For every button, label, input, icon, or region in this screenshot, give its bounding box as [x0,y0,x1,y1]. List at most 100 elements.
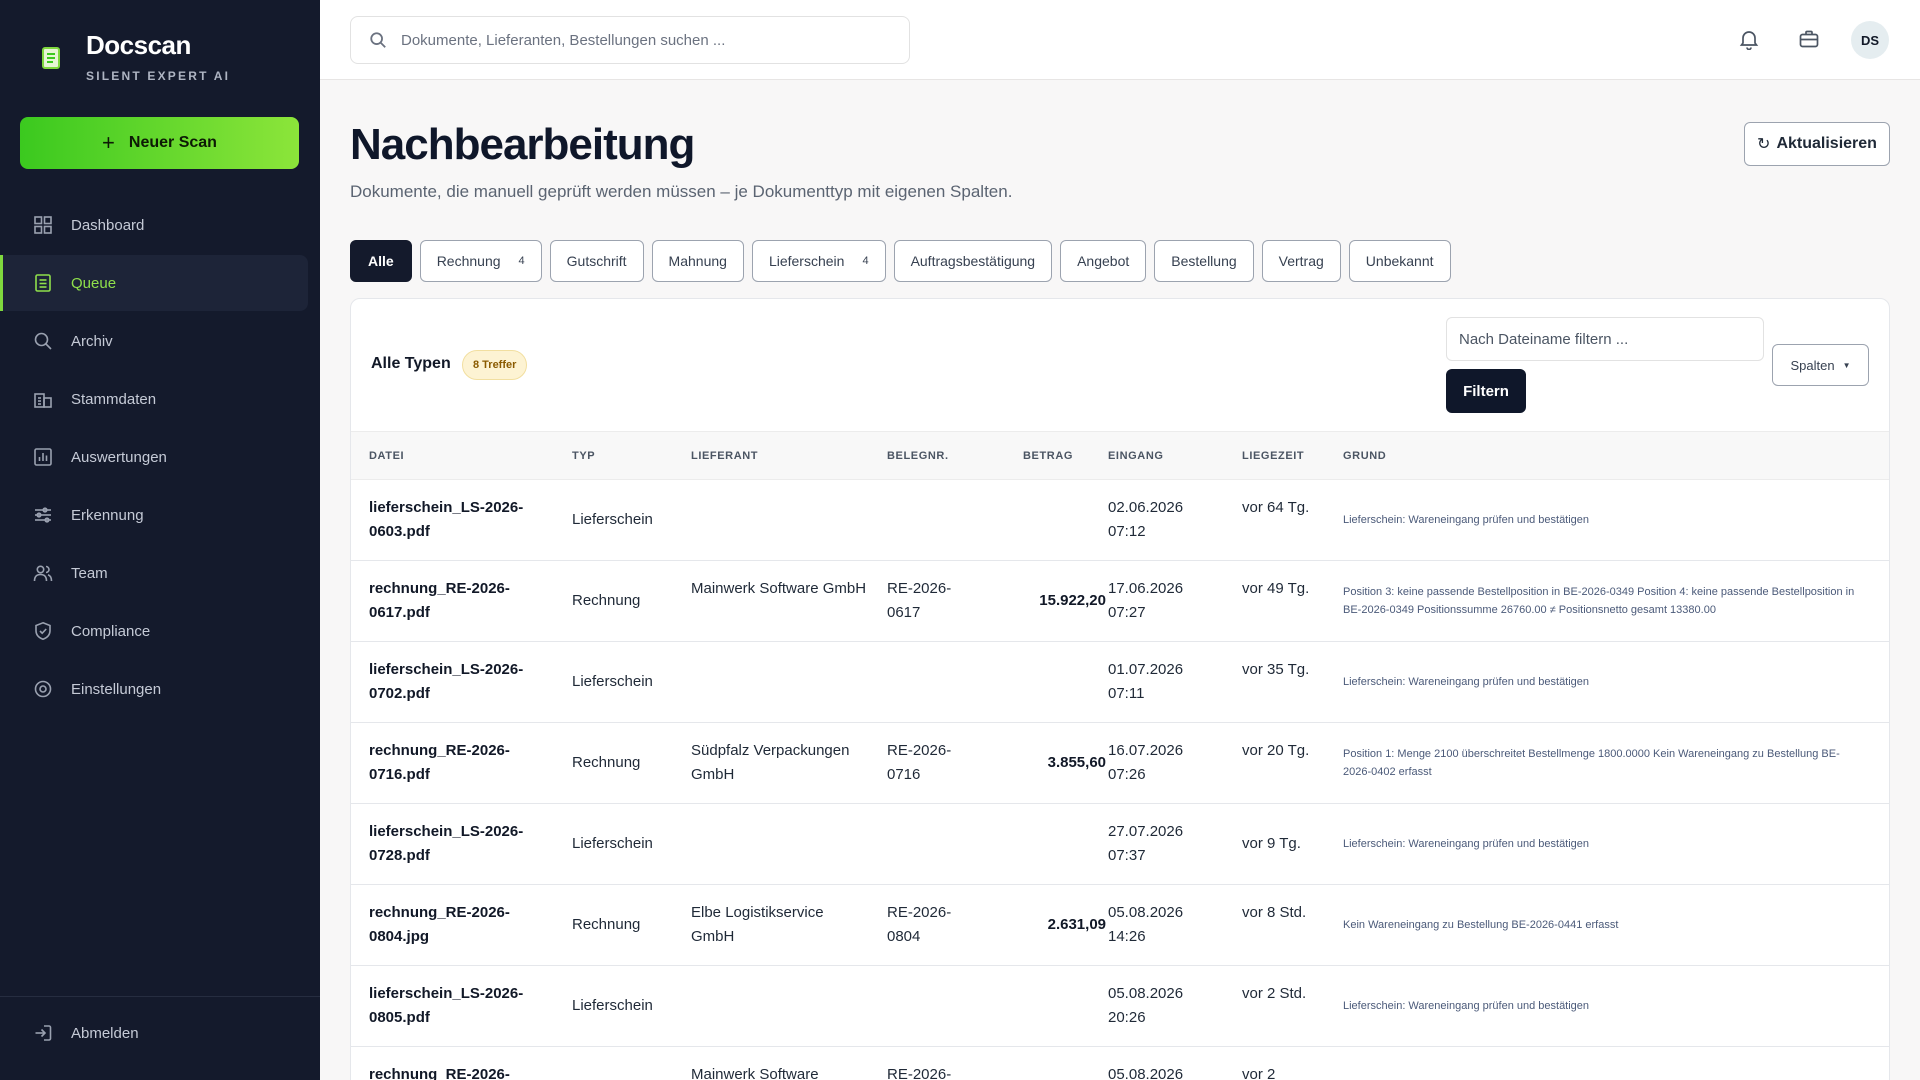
refresh-button[interactable]: ↻ Aktualisieren [1744,122,1890,166]
sidebar-item-label: Stammdaten [71,390,157,408]
sidebar-item-label: Dashboard [71,216,145,234]
cell-age: vor 35 Tg. [1242,661,1310,678]
tab-angebot[interactable]: Angebot [1060,240,1147,282]
briefcase-icon [1799,30,1819,48]
tab-mahnung[interactable]: Mahnung [651,240,744,282]
table-header: DATEI TYP LIEFERANT BELEGNR. BETRAG EING… [351,431,1889,480]
sidebar-item-label: Team [71,564,108,582]
cell-file[interactable]: rechnung_RE-2026-0617.pdf [369,577,539,625]
sidebar-item-dashboard[interactable]: Dashboard [0,197,308,253]
sidebar-item-archiv[interactable]: Archiv [0,313,308,369]
table-row[interactable]: rechnung_RE-2026-0716.pdf Rechnung Südpf… [351,723,1889,804]
cell-supplier: Elbe Logistikservice GmbH [691,904,824,945]
columns-dropdown[interactable]: Spalten ▼ [1772,344,1869,386]
sidebar-item-compliance[interactable]: Compliance [0,603,308,659]
cell-reason: Kein Wareneingang zu Bestellung BE-2026-… [1343,919,1619,931]
tab-unbekannt[interactable]: Unbekannt [1348,240,1451,282]
table-row[interactable]: rechnung_RE-2026-0804.jpg Rechnung Elbe … [351,885,1889,966]
tab-label: Vertrag [1278,253,1324,269]
cell-file[interactable]: lieferschein_LS-2026-0702.pdf [369,658,539,706]
filename-filter-input[interactable] [1446,317,1764,361]
col-header-liegezeit[interactable]: LIEGEZEIT [1242,450,1304,462]
tab-vertrag[interactable]: Vertrag [1261,240,1341,282]
columns-label: Spalten [1790,357,1835,373]
table-row[interactable]: lieferschein_LS-2026-0702.pdf Liefersche… [351,642,1889,723]
cell-type: Lieferschein [572,511,653,528]
cell-received: 05.08.2026 20:26 [1108,985,1184,1026]
tab-label: Gutschrift [566,253,627,269]
cell-received: 01.07.2026 07:11 [1108,661,1184,702]
table-row[interactable]: lieferschein_LS-2026-0603.pdf Liefersche… [351,480,1889,561]
shield-icon [35,621,51,641]
cell-type: Lieferschein [572,835,653,852]
col-header-typ[interactable]: TYP [572,450,595,462]
tab-lieferschein[interactable]: Lieferschein 4 [751,240,886,282]
cell-age: vor 8 Std. [1242,904,1307,921]
sidebar-item-queue[interactable]: Queue [0,255,308,311]
notifications-button[interactable] [1738,28,1760,51]
col-header-belegnr[interactable]: BELEGNR. [887,450,949,462]
col-header-eingang[interactable]: EINGANG [1108,450,1164,462]
briefcase-button[interactable] [1798,28,1820,50]
hits-badge: 8 Treffer [462,350,528,380]
col-header-lieferant[interactable]: LIEFERANT [691,450,758,462]
avatar[interactable]: DS [1851,21,1889,59]
cell-received: 17.06.2026 07:27 [1108,580,1184,621]
caret-down-icon: ▼ [1842,360,1851,370]
cell-file[interactable]: lieferschein_LS-2026-0603.pdf [369,496,539,544]
table-row[interactable]: lieferschein_LS-2026-0805.pdf Liefersche… [351,966,1889,1047]
sidebar-item-label: Queue [71,274,117,292]
sidebar-item-stammdaten[interactable]: Stammdaten [0,371,308,427]
tab-auftragsbestaetigung[interactable]: Auftragsbestätigung [893,240,1053,282]
brand-name: Docscan [86,30,191,60]
tab-bestellung[interactable]: Bestellung [1154,240,1254,282]
cell-file[interactable]: lieferschein_LS-2026-0728.pdf [369,820,539,868]
cell-age: vor 2 Std. [1242,985,1307,1002]
doc-type-tabs: Alle Rechnung 4 Gutschrift Mahnung Liefer… [350,240,1459,282]
tab-label: Auftragsbestätigung [910,253,1036,269]
cell-received: 16.07.2026 07:26 [1108,742,1184,783]
table-row[interactable]: rechnung_RE-2026- Mainwerk Software RE-2… [351,1047,1889,1080]
table-row[interactable]: rechnung_RE-2026-0617.pdf Rechnung Mainw… [351,561,1889,642]
cell-reason: Lieferschein: Wareneingang prüfen und be… [1343,1000,1590,1012]
sidebar-item-label: Archiv [71,332,113,350]
col-header-betrag[interactable]: BETRAG [1023,450,1073,462]
grid-icon [34,216,52,234]
search-input[interactable] [401,31,881,49]
refresh-label: Aktualisieren [1776,135,1877,152]
tab-label: Bestellung [1171,253,1237,269]
sidebar-item-einstellungen[interactable]: Einstellungen [0,661,308,717]
filter-button[interactable]: Filtern [1446,369,1526,413]
tab-label: Mahnung [668,253,727,269]
logout-icon [35,1025,52,1041]
cell-file[interactable]: rechnung_RE-2026-0804.jpg [369,901,539,949]
sidebar-footer: Abmelden [0,996,320,1080]
brand[interactable]: Docscan SILENT EXPERT AI [40,30,230,83]
sidebar: Docscan SILENT EXPERT AI + Neuer Scan Da… [0,0,320,1080]
logout-button[interactable]: Abmelden [33,1023,139,1043]
table-row[interactable]: lieferschein_LS-2026-0728.pdf Liefersche… [351,804,1889,885]
sidebar-item-auswertungen[interactable]: Auswertungen [0,429,308,485]
table-title: Alle Typen [371,355,451,372]
cell-file[interactable]: rechnung_RE-2026-0716.pdf [369,739,539,787]
sidebar-item-team[interactable]: Team [0,545,308,601]
refresh-icon: ↻ [1757,136,1771,153]
sidebar-item-erkennung[interactable]: Erkennung [0,487,308,543]
sidebar-nav: Dashboard Queue Archiv Stammdaten Auswer… [0,197,320,719]
tab-rechnung[interactable]: Rechnung 4 [419,240,542,282]
global-search[interactable] [350,16,910,64]
cell-type: Rechnung [572,754,641,771]
chart-icon [34,448,52,466]
col-header-grund[interactable]: GRUND [1343,450,1386,462]
cell-age: vor 64 Tg. [1242,499,1310,516]
col-header-datei[interactable]: DATEI [369,450,404,462]
users-icon [33,565,53,582]
cell-file[interactable]: rechnung_RE-2026- [369,1063,539,1080]
tab-label: Lieferschein [768,253,845,269]
tab-alle[interactable]: Alle [350,240,412,282]
tab-gutschrift[interactable]: Gutschrift [549,240,644,282]
cell-reason: Lieferschein: Wareneingang prüfen und be… [1343,514,1590,526]
new-scan-button[interactable]: + Neuer Scan [20,117,299,169]
tab-count: 4 [518,255,525,267]
cell-file[interactable]: lieferschein_LS-2026-0805.pdf [369,982,539,1030]
